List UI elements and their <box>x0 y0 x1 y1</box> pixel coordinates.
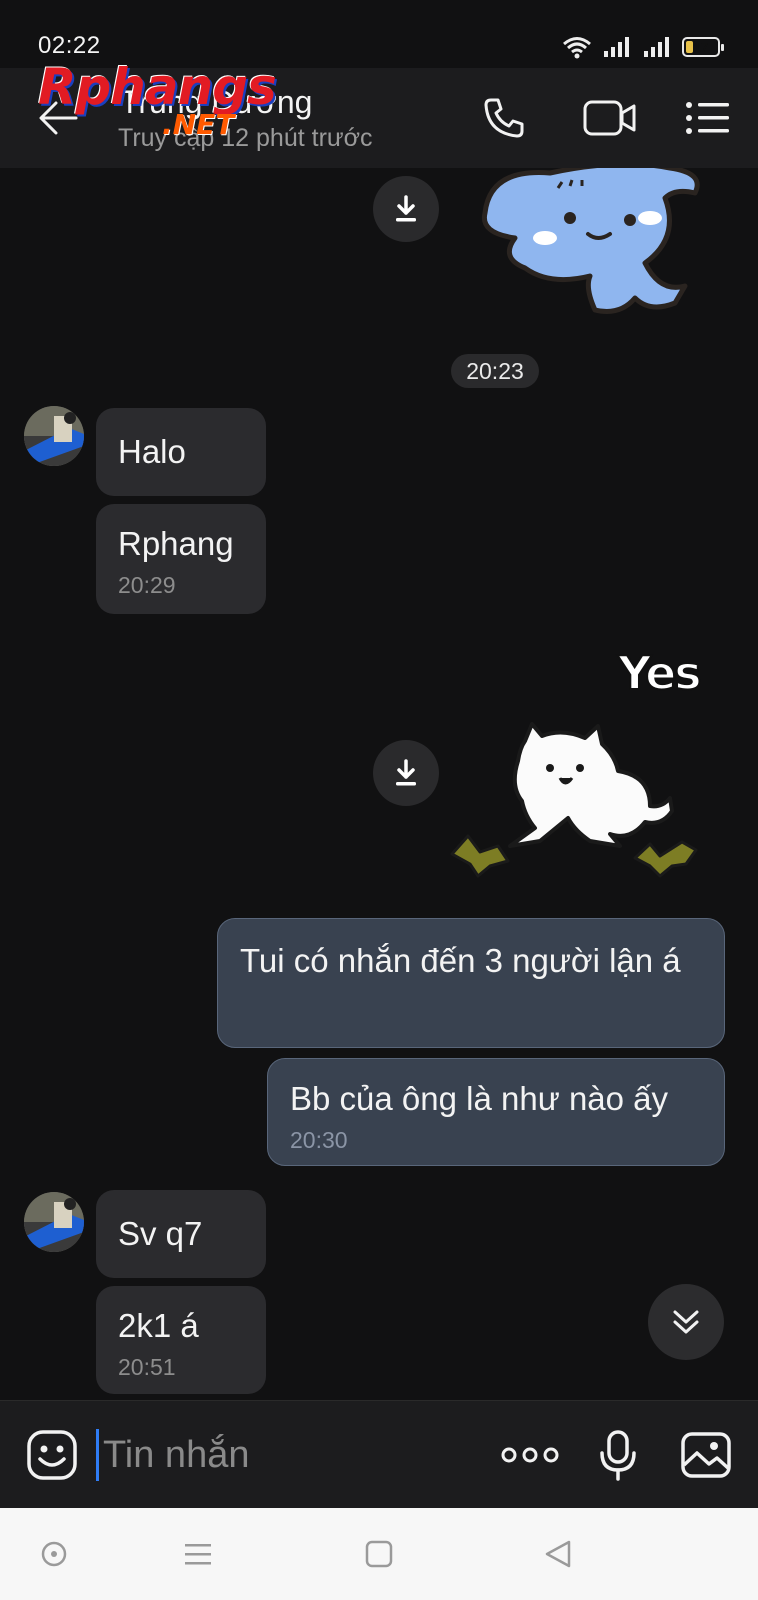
avatar-image <box>24 1192 84 1252</box>
menu-button[interactable] <box>682 92 734 144</box>
nav-menu-icon <box>185 1544 211 1565</box>
message-time: 20:30 <box>290 1127 348 1153</box>
contact-status: Truy cập 12 phút trước <box>118 124 373 152</box>
nav-home-button[interactable] <box>359 1534 399 1574</box>
message-text: 2k1 á <box>118 1307 199 1344</box>
emoji-icon <box>27 1430 77 1480</box>
message-text: Rphang <box>118 525 234 562</box>
message-bubble[interactable]: 2k1 á 20:51 <box>96 1286 266 1394</box>
chat-header: Trung Dương Truy cập 12 phút trước Rphan… <box>0 58 758 168</box>
phone-icon <box>484 98 524 138</box>
nav-menu-button[interactable] <box>178 1534 218 1574</box>
message-input[interactable] <box>96 1429 476 1481</box>
message-text: Sv q7 <box>118 1215 203 1252</box>
video-call-icon <box>583 100 636 136</box>
contact-avatar[interactable] <box>24 1192 84 1252</box>
sticker-caption: Yes <box>617 645 703 701</box>
sticker-download-button[interactable] <box>373 740 439 806</box>
nav-circle-icon <box>41 1541 67 1567</box>
download-icon <box>396 195 416 222</box>
message-text: Bb của ông là như nào ấy <box>290 1080 669 1117</box>
sticker-download-button[interactable] <box>373 176 439 242</box>
watermark-suffix: .NET <box>162 108 235 141</box>
message-bubble[interactable]: Halo <box>96 408 266 496</box>
battery-icon: 17 <box>682 37 724 57</box>
scroll-to-bottom-button[interactable] <box>648 1284 724 1360</box>
emoji-button[interactable] <box>24 1427 80 1483</box>
send-image-button[interactable] <box>678 1427 734 1483</box>
chat-area[interactable]: 20:23 Halo Rphang 20:29 Yes Tui có nhắn … <box>0 168 758 1400</box>
download-icon <box>396 759 416 786</box>
contact-avatar[interactable] <box>24 406 84 466</box>
image-icon <box>681 1432 731 1478</box>
video-call-button[interactable] <box>580 92 640 144</box>
yes-cat-sticker[interactable] <box>450 716 710 896</box>
message-time: 20:29 <box>118 572 176 598</box>
avatar-image <box>24 406 84 466</box>
wifi-icon <box>563 37 591 59</box>
message-bubble-sent[interactable]: Bb của ông là như nào ấy 20:30 <box>267 1058 725 1166</box>
cat-sticker[interactable] <box>470 168 710 323</box>
battery-level: 17 <box>693 39 709 55</box>
status-icons: 17 <box>562 34 724 60</box>
time-separator: 20:23 <box>451 354 539 388</box>
message-text: Tui có nhắn đến 3 người lận á <box>240 942 681 979</box>
microphone-icon <box>600 1430 636 1481</box>
nav-home-icon <box>365 1540 393 1568</box>
message-bubble[interactable]: Rphang 20:29 <box>96 504 266 614</box>
nav-circle-button[interactable] <box>34 1534 74 1574</box>
more-dots-icon <box>501 1447 559 1463</box>
status-time: 02:22 <box>38 32 101 59</box>
system-nav-bar <box>0 1508 758 1600</box>
message-time: 20:51 <box>118 1354 176 1380</box>
voice-message-button[interactable] <box>590 1427 646 1483</box>
message-input-bar <box>0 1400 758 1508</box>
more-options-button[interactable] <box>500 1427 560 1483</box>
double-chevron-down-icon <box>673 1310 699 1334</box>
signal-icon <box>604 37 629 57</box>
nav-back-icon <box>545 1540 571 1568</box>
message-bubble-sent[interactable]: Tui có nhắn đến 3 người lận á <box>217 918 725 1048</box>
menu-list-icon <box>686 102 729 134</box>
phone-call-button[interactable] <box>478 92 530 144</box>
message-bubble[interactable]: Sv q7 <box>96 1190 266 1278</box>
signal-icon <box>644 37 669 57</box>
watermark-logo: Rphangs <box>38 58 277 116</box>
nav-back-button[interactable] <box>538 1534 578 1574</box>
message-text: Halo <box>118 433 186 470</box>
